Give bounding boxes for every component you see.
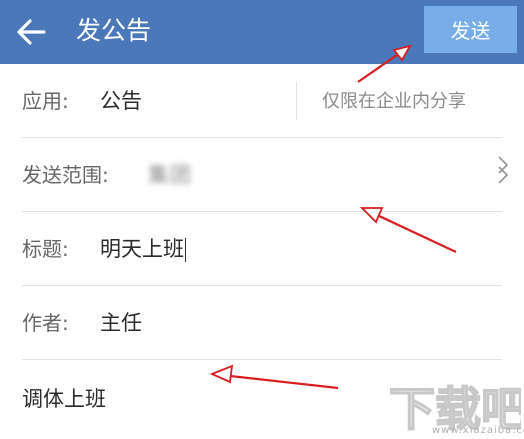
app-header: 发公告 发送 <box>0 0 524 64</box>
annotation-arrow-icon <box>359 207 457 253</box>
annotation-arrow-icon <box>357 44 412 83</box>
redacted-text: 集团 <box>148 163 192 187</box>
title-field[interactable]: 明天上班 <box>100 237 184 261</box>
annotation-arrow-icon <box>209 364 339 390</box>
app-label: 应用: <box>22 89 69 113</box>
app-row: 应用: 公告 仅限在企业内分享 <box>0 64 524 174</box>
vertical-divider <box>296 82 297 120</box>
app-value: 公告 <box>100 89 142 113</box>
send-button[interactable]: 发送 <box>424 6 517 53</box>
watermark-url: www.xiazaiba.com <box>432 425 524 436</box>
chevron-right-icon <box>498 166 509 184</box>
back-arrow-icon[interactable] <box>16 18 46 46</box>
author-label: 作者: <box>22 311 69 335</box>
author-field[interactable]: 主任 <box>100 308 142 338</box>
author-row: 作者: 主任 <box>0 286 524 360</box>
share-scope-option[interactable]: 仅限在企业内分享 <box>322 88 466 116</box>
title-label: 标题: <box>22 237 69 261</box>
body-textarea[interactable]: 调体上班 <box>22 384 106 414</box>
text-cursor <box>185 238 186 262</box>
title-field-wrap: 明天上班 <box>100 234 186 264</box>
page-title: 发公告 <box>76 16 152 45</box>
send-scope-value: 集团 <box>148 160 192 190</box>
send-scope-label: 发送范围: <box>22 163 109 187</box>
